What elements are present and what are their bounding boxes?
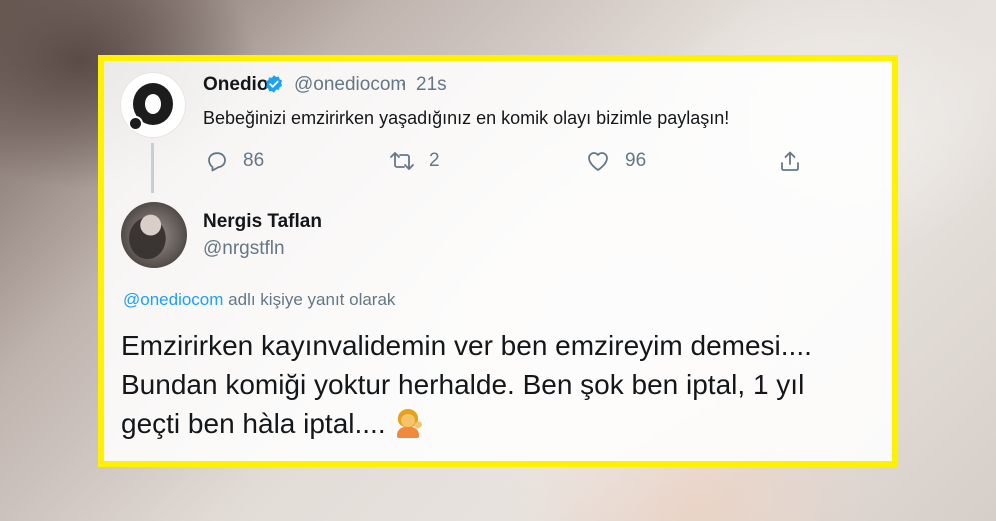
tweet-thread-card: Onedio @onediocom · 21s Bebeğinizi emzir…: [98, 55, 898, 467]
reply-author-name[interactable]: Nergis Taflan: [203, 211, 322, 233]
retweet-icon: [390, 152, 414, 170]
retweet-count: 2: [429, 150, 440, 171]
tweet-time-separator: ·: [400, 74, 407, 95]
reply-to-label: adlı kişiye yanıt olarak: [228, 290, 396, 309]
nergis-avatar[interactable]: [121, 202, 187, 268]
onedio-avatar[interactable]: [120, 72, 186, 138]
thread-connector-line: [151, 143, 154, 193]
share-icon: [781, 151, 799, 171]
tweet-author-handle[interactable]: @onediocom: [294, 74, 406, 96]
reply-text-line-3-text: geçti ben hàla iptal....: [121, 408, 386, 439]
tweet-author-name[interactable]: Onedio: [203, 74, 268, 96]
tweet-text: Bebeğinizi emzirirken yaşadığınız en kom…: [203, 108, 730, 128]
reply-button[interactable]: 86: [205, 148, 264, 174]
heart-icon: [588, 152, 608, 171]
tweet-timestamp[interactable]: 21s: [416, 74, 447, 96]
reply-text-line-1: Emzirirken kayınvalidemin ver ben emzire…: [121, 330, 812, 361]
reply-context: @onediocom adlı kişiye yanıt olarak: [123, 290, 395, 310]
reply-to-mention-link[interactable]: @onediocom: [123, 290, 223, 309]
person-tipping-hand-emoji-icon: [394, 408, 424, 438]
reply-author-handle[interactable]: @nrgstfln: [203, 238, 285, 260]
retweet-button[interactable]: 2: [389, 148, 440, 174]
reply-text: Emzirirken kayınvalidemin ver ben emzire…: [121, 326, 891, 443]
reply-text-line-2: Bundan komiği yoktur herhalde. Ben şok b…: [121, 369, 805, 400]
verified-badge-icon: [265, 75, 283, 93]
like-count: 96: [625, 150, 647, 171]
share-button[interactable]: [778, 148, 802, 174]
reply-count: 86: [243, 150, 265, 171]
like-button[interactable]: 96: [585, 148, 646, 174]
reply-text-line-3: geçti ben hàla iptal....: [121, 404, 891, 443]
reply-icon: [208, 152, 226, 172]
